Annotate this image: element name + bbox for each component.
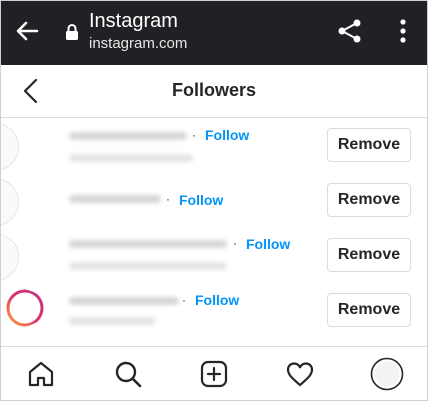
separator-dot: ·: [233, 236, 237, 250]
blurred-username: [69, 240, 227, 248]
avatar[interactable]: [1, 233, 19, 281]
remove-button[interactable]: Remove: [327, 238, 411, 272]
avatar[interactable]: [1, 178, 19, 226]
follower-row[interactable]: · Follow Remove: [1, 173, 427, 228]
back-arrow-icon[interactable]: [13, 17, 41, 45]
screenshot-frame: Instagram instagram.com Followers · Foll…: [0, 0, 428, 401]
site-url[interactable]: instagram.com: [89, 35, 187, 53]
blurred-full-name: [69, 317, 155, 325]
search-icon[interactable]: [113, 359, 143, 389]
separator-dot: ·: [166, 192, 170, 206]
share-icon[interactable]: [337, 18, 363, 44]
page-title: Followers: [171, 80, 256, 100]
remove-button[interactable]: Remove: [327, 293, 411, 327]
avatar[interactable]: [1, 123, 19, 171]
new-post-icon[interactable]: [199, 359, 229, 389]
home-icon[interactable]: [26, 359, 56, 389]
blurred-username: [69, 297, 179, 305]
follow-link[interactable]: Follow: [179, 192, 223, 208]
lock-icon[interactable]: [65, 23, 79, 41]
remove-button[interactable]: Remove: [327, 183, 411, 217]
avatar-story-ring[interactable]: [0, 288, 47, 328]
activity-heart-icon[interactable]: [285, 359, 315, 389]
blurred-username: [69, 195, 161, 203]
site-title: Instagram: [89, 10, 178, 32]
follow-link[interactable]: Follow: [205, 127, 249, 143]
blurred-full-name: [69, 154, 193, 162]
blurred-full-name: [69, 262, 227, 270]
remove-button[interactable]: Remove: [327, 128, 411, 162]
more-vertical-icon[interactable]: [395, 18, 411, 44]
separator-dot: ·: [192, 128, 196, 142]
bottom-navigation: [1, 346, 427, 400]
follower-row[interactable]: · Follow Remove: [1, 283, 427, 338]
browser-toolbar: Instagram instagram.com: [1, 1, 427, 65]
separator-dot: ·: [182, 293, 186, 307]
follow-link[interactable]: Follow: [246, 236, 290, 252]
follower-row[interactable]: · Follow Remove: [1, 118, 427, 173]
followers-list: · Follow Remove · Follow Remove · Follow…: [1, 118, 427, 338]
followers-header: Followers: [1, 65, 427, 118]
follow-link[interactable]: Follow: [195, 292, 239, 308]
profile-avatar-icon[interactable]: [370, 357, 404, 391]
blurred-username: [69, 132, 187, 140]
follower-row[interactable]: · Follow Remove: [1, 228, 427, 283]
